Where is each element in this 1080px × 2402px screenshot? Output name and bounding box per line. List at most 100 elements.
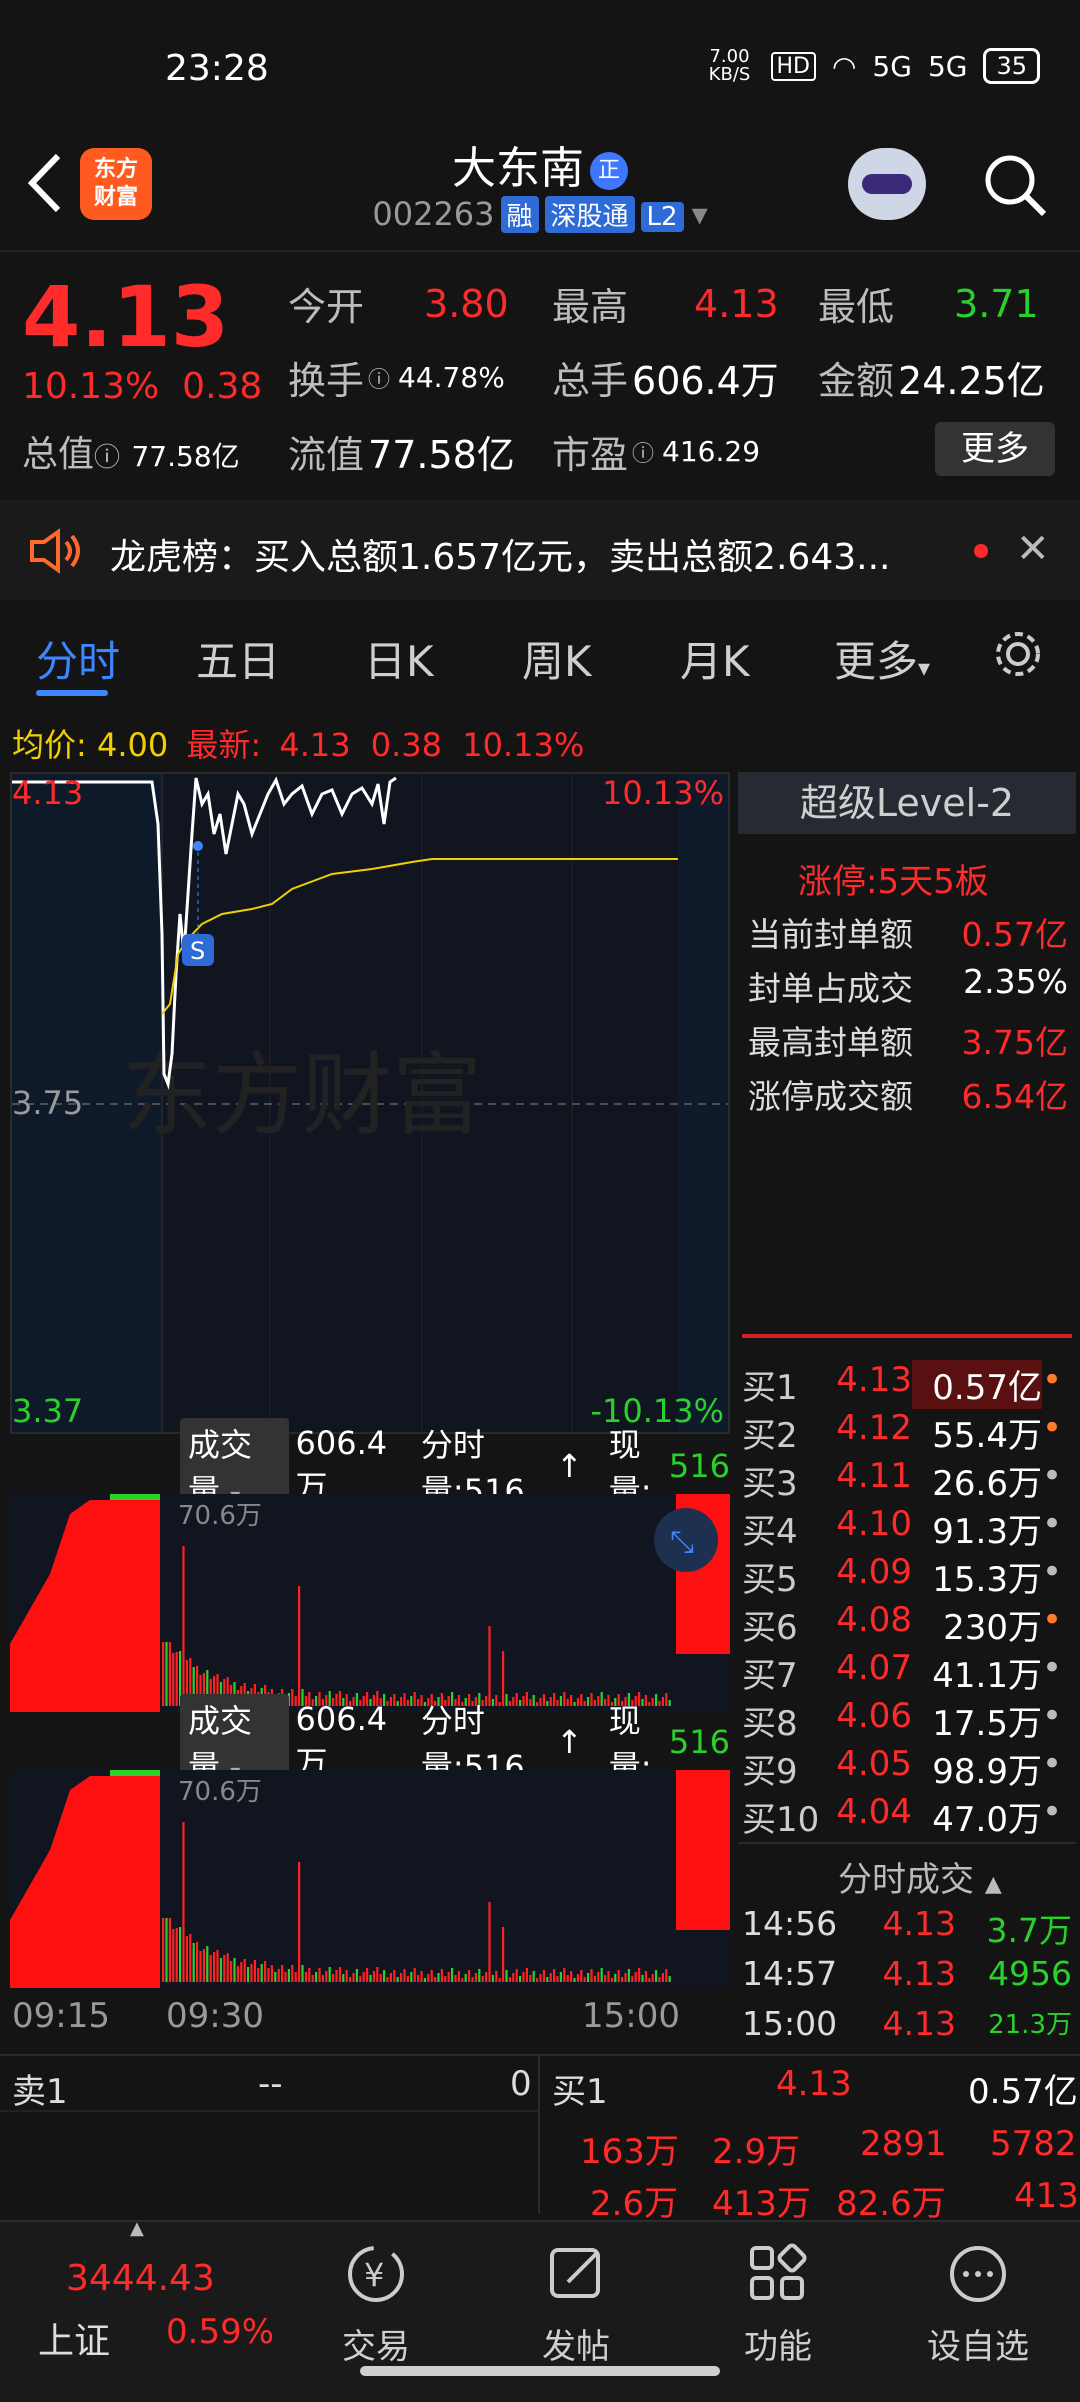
tab-intraday[interactable]: 分时: [36, 628, 120, 689]
volume-bar: [576, 1974, 579, 1982]
volume-bar: [529, 1975, 532, 1982]
pe-label: 市盈: [552, 433, 629, 477]
tab-more[interactable]: 更多▾: [834, 628, 930, 689]
official-badge: 正: [590, 152, 628, 190]
volume-bar: [165, 1642, 168, 1706]
volume-bar: [209, 1955, 212, 1982]
volume-bar: [294, 1972, 297, 1982]
volume-bar: [600, 1692, 603, 1706]
nav-post[interactable]: 发帖: [506, 2238, 646, 2368]
more-button[interactable]: 更多: [935, 422, 1055, 476]
bid-row-3[interactable]: 买3 4.11 26.6万 •: [742, 1456, 1072, 1505]
volume-bar: [617, 1970, 620, 1982]
bid-volume: 17.5万: [932, 1704, 1042, 1744]
volume-bar: [298, 1586, 301, 1706]
tab-more-label: 更多: [834, 637, 919, 686]
bid-row-4[interactable]: 买4 4.10 91.3万 •: [742, 1504, 1072, 1553]
volume-bar: [556, 1976, 559, 1982]
avg-price-line: [161, 858, 678, 1015]
index-ticker[interactable]: ▲ 3444.43 上证 0.59%: [20, 2218, 274, 2372]
tick-row: 15:00 4.13 21.3万: [742, 2004, 1072, 2043]
tab-daily-k[interactable]: 日K: [364, 628, 434, 689]
volume-bar: [413, 1692, 416, 1706]
news-text: 龙虎榜：买入总额1.657亿元，卖出总额2.643...: [110, 537, 891, 578]
bid-level: 买9: [742, 1752, 798, 1792]
dot-icon: •: [1042, 1552, 1063, 1592]
tick-row: 14:56 4.13 3.7万: [742, 1904, 1072, 1952]
turnover-value: 44.78%: [398, 361, 505, 394]
volume-bar: [488, 1902, 491, 1982]
bid-row-7[interactable]: 买7 4.07 41.1万 •: [742, 1648, 1072, 1697]
volume-bar: [638, 1968, 641, 1982]
pe-stat[interactable]: 市盈 ⓘ 416.29: [552, 424, 760, 479]
tab-monthly-k[interactable]: 月K: [680, 628, 750, 689]
search-icon[interactable]: [980, 150, 1050, 220]
bid-level: 买2: [742, 1416, 798, 1456]
total-market-value[interactable]: 总值ⓘ 77.58亿: [22, 425, 240, 477]
volume-bar: [267, 1968, 270, 1982]
home-indicator[interactable]: [360, 2366, 720, 2376]
bid-row-2[interactable]: 买2 4.12 55.4万 •: [742, 1408, 1072, 1457]
volume-bar: [410, 1972, 413, 1982]
news-banner[interactable]: 龙虎榜：买入总额1.657亿元，卖出总额2.643... ✕: [0, 500, 1080, 600]
bid-row-1[interactable]: 买1 4.13 0.57亿 •: [742, 1360, 1072, 1409]
sell-marker-text: S: [190, 937, 205, 965]
intraday-chart[interactable]: 东方财富 S 4.13 10.13% 3.75 3.37 -10.13%: [10, 772, 730, 1434]
close-icon[interactable]: ✕: [1016, 526, 1050, 572]
bid-price: 4.12: [836, 1408, 912, 1448]
gear-icon[interactable]: [990, 626, 1046, 682]
limit-up-value: 5天5板: [877, 862, 989, 902]
nav-trade[interactable]: ¥ 交易: [306, 2238, 446, 2368]
sgt-tag: 深股通: [544, 196, 635, 233]
bid-row-5[interactable]: 买5 4.09 15.3万 •: [742, 1552, 1072, 1601]
bid-row-8[interactable]: 买8 4.06 17.5万 •: [742, 1696, 1072, 1745]
queue-order: 5782: [990, 2124, 1077, 2164]
volume-bar: [301, 1965, 304, 1982]
trade-marker-dot: [193, 841, 203, 851]
volume-bars: [162, 1822, 671, 1982]
current-volume: 516: [668, 1447, 730, 1485]
volume-bar: [597, 1972, 600, 1982]
time-label-open: 09:30: [166, 1996, 264, 2036]
tab-five-day[interactable]: 五日: [196, 628, 280, 689]
level2-panel: 超级Level-2 涨停:5天5板 当前封单额 0.57亿 封单占成交 2.35% …: [738, 772, 1076, 2052]
current-volume-2: 516: [668, 1723, 730, 1761]
limit-turnover-value: 6.54亿: [961, 1077, 1068, 1116]
speaker-icon: [30, 528, 80, 574]
tick-price: 4.13: [882, 2004, 956, 2043]
index-name: 上证: [38, 2321, 111, 2362]
info-icon: ⓘ: [632, 441, 655, 467]
nav-functions-label: 功能: [744, 2327, 812, 2367]
expand-arrows: ⤡: [670, 1525, 694, 1560]
volume-bar: [607, 1971, 610, 1982]
volume-bars: [162, 1546, 671, 1706]
tab-weekly-k[interactable]: 周K: [522, 628, 592, 689]
nav-functions[interactable]: 功能: [708, 2238, 848, 2368]
queue-order: 413万: [712, 2184, 811, 2224]
nav-watchlist[interactable]: 设自选: [908, 2238, 1048, 2368]
volume-bar: [488, 1626, 491, 1706]
volume-stat: 总手 606.4万: [552, 350, 779, 405]
bid-row-6[interactable]: 买6 4.08 230万 •: [742, 1600, 1072, 1649]
low-value: 3.71: [954, 281, 1039, 326]
volume-bar: [447, 1972, 450, 1982]
active-tab-indicator: [36, 690, 108, 696]
level2-title[interactable]: 超级Level-2: [738, 772, 1076, 834]
assistant-robot-icon[interactable]: [848, 148, 926, 220]
high-value: 4.13: [694, 281, 779, 326]
volume-bar: [349, 1977, 352, 1982]
bid-row-9[interactable]: 买9 4.05 98.9万 •: [742, 1744, 1072, 1793]
bid-volume: 41.1万: [932, 1656, 1042, 1696]
volume-bar: [583, 1977, 586, 1982]
volume-bar: [440, 1969, 443, 1982]
volume-chart-2[interactable]: 70.6万: [10, 1770, 730, 1988]
bid-row-10[interactable]: 买10 4.04 47.0万 •: [742, 1792, 1072, 1841]
volume-max-label: 70.6万: [178, 1777, 262, 1807]
max-seal-label: 最高封单额: [748, 1023, 913, 1062]
volume-chart-1[interactable]: 70.6万 ⤡: [10, 1494, 730, 1712]
volume-bar: [417, 1975, 420, 1982]
ticks-title[interactable]: 分时成交 ▲: [838, 1852, 1002, 1901]
turnover-stat[interactable]: 换手 ⓘ 44.78%: [288, 350, 505, 405]
volume-bar: [247, 1967, 250, 1982]
bid-level: 买3: [742, 1464, 798, 1504]
